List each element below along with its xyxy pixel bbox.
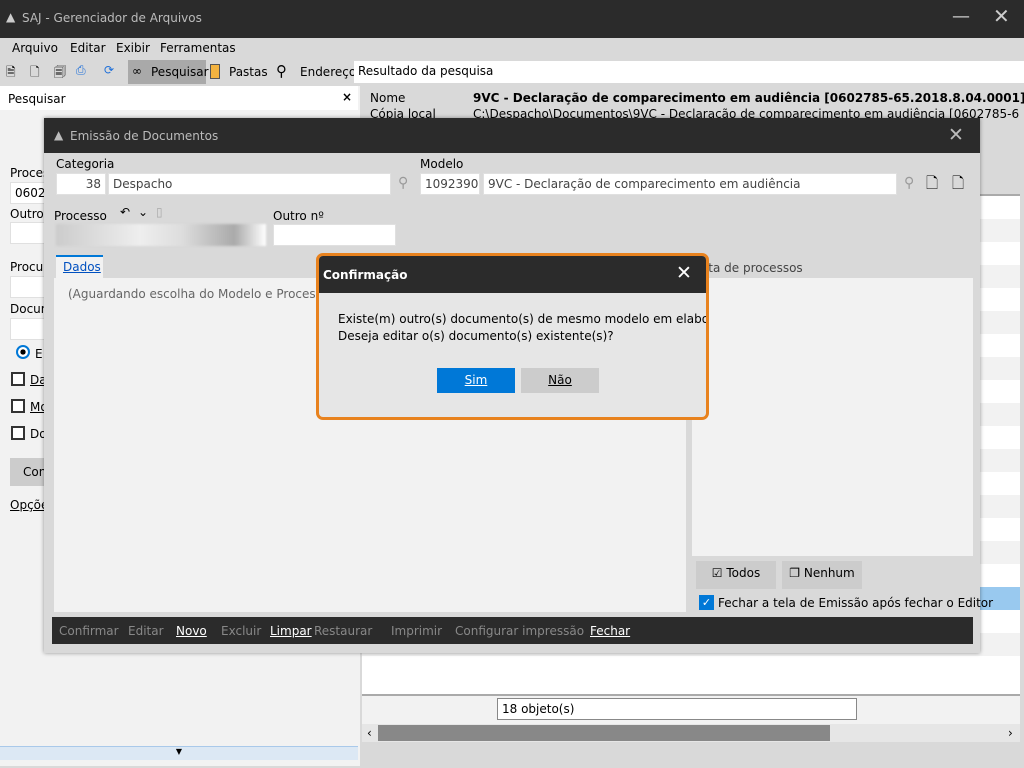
action-novo-button[interactable]: Novo — [176, 624, 207, 638]
refresh-icon[interactable]: ⟳ — [104, 63, 114, 77]
modelo-code-input[interactable]: 1092390 — [420, 173, 480, 195]
minimize-button[interactable]: — — [952, 6, 970, 27]
pesquisar-label: Pesquisar — [151, 65, 209, 79]
menu-bar: Arquivo Editar Exibir Ferramentas — [0, 38, 1024, 58]
todos-label: Todos — [726, 566, 761, 580]
nenhum-button[interactable]: ❐ Nenhum — [782, 561, 862, 589]
nao-label: Não — [548, 373, 572, 387]
checkbox-3[interactable] — [11, 426, 25, 440]
nenhum-label: Nenhum — [803, 566, 855, 580]
tab-dados-label: Dados — [63, 260, 101, 274]
radio-label: E — [35, 347, 43, 361]
fechar-checkbox[interactable]: ✓ — [699, 595, 714, 610]
doc-icon[interactable]: 🗐 — [54, 63, 66, 84]
pastas-button[interactable]: Pastas — [229, 65, 268, 79]
confirm-title: Confirmação — [323, 268, 408, 282]
app-logo-icon: ▲ — [6, 10, 16, 24]
action-limpar-button[interactable]: Limpar — [270, 624, 312, 638]
check-all-icon: ☑ — [711, 566, 723, 580]
categoria-code-input[interactable]: 38 — [56, 173, 106, 195]
app-titlebar: ▲ SAJ - Gerenciador de Arquivos — ✕ — [0, 0, 1024, 38]
horizontal-scrollbar[interactable]: ‹ › — [362, 724, 1020, 742]
emissao-titlebar: ▲ Emissão de Documentos ✕ — [44, 118, 980, 153]
pesquisar-button[interactable]: ∞ Pesquisar — [128, 60, 209, 84]
checkbox-1[interactable] — [11, 372, 25, 386]
app-title: SAJ - Gerenciador de Arquivos — [22, 11, 202, 25]
sim-label: Sim — [464, 373, 488, 387]
confirm-dialog: Confirmação ✕ Existe(m) outro(s) documen… — [316, 253, 709, 420]
folder-icon — [210, 64, 220, 79]
table-row[interactable] — [362, 656, 1020, 679]
nao-button[interactable]: Não — [521, 368, 599, 393]
emissao-logo-icon: ▲ — [54, 128, 64, 142]
action-editar-button[interactable]: Editar — [128, 624, 164, 638]
action-restaurar-button[interactable]: Restaurar — [314, 624, 372, 638]
close-button[interactable]: ✕ — [993, 4, 1010, 28]
categoria-search-icon[interactable]: ⚲ — [398, 175, 408, 191]
outro-label: Outro nº — [273, 209, 324, 223]
new-doc2-icon[interactable]: 🗋 — [30, 63, 40, 84]
outro-input[interactable] — [273, 224, 396, 246]
action-fechar-button[interactable]: Fechar — [590, 624, 630, 638]
modelo-label: Modelo — [420, 157, 464, 171]
menu-exibir[interactable]: Exibir — [116, 41, 150, 55]
menu-ferramentas[interactable]: Ferramentas — [160, 41, 236, 55]
action-excluir-button[interactable]: Excluir — [221, 624, 261, 638]
scroll-right-icon[interactable]: › — [1008, 726, 1013, 740]
modelo-search-icon[interactable]: ⚲ — [904, 175, 914, 191]
confirm-message-2: Deseja editar o(s) documento(s) existent… — [338, 329, 614, 343]
todos-button[interactable]: ☑ Todos — [696, 561, 776, 589]
panel-close-icon[interactable]: × — [342, 90, 352, 104]
radio-button[interactable] — [16, 345, 30, 359]
toolbar: 🗎 🗋 🗐 ⎙ ⟳ ∞ Pesquisar Pastas ⚲ Endereço … — [0, 60, 1024, 84]
scrollbar-thumb[interactable] — [378, 725, 830, 741]
opcoes-link[interactable]: Opçõe — [10, 498, 48, 512]
confirm-close-button[interactable]: ✕ — [676, 262, 692, 284]
action-imprimir-button[interactable]: Imprimir — [391, 624, 442, 638]
address-icon: ⚲ — [276, 62, 287, 80]
search-panel-title: Pesquisar — [8, 92, 66, 106]
action-confirmar-button[interactable]: Confirmar — [59, 624, 119, 638]
scroll-left-icon[interactable]: ‹ — [367, 726, 372, 740]
action-configurar-impress-o-button[interactable]: Configurar impressão — [455, 624, 584, 638]
confirm-message-1: Existe(m) outro(s) documento(s) de mesmo… — [338, 312, 709, 326]
categoria-label: Categoria — [56, 157, 115, 171]
menu-arquivo[interactable]: Arquivo — [12, 41, 58, 55]
new-doc-icon[interactable]: 🗎 — [6, 63, 16, 84]
categoria-desc-input[interactable]: Despacho — [108, 173, 391, 195]
binoculars-icon: ∞ — [132, 64, 142, 78]
checkbox-2[interactable] — [11, 399, 25, 413]
fechar-checkbox-label: Fechar a tela de Emissão após fechar o E… — [718, 596, 994, 610]
doc-search-icon[interactable]: 🗋 — [926, 173, 938, 198]
confirm-titlebar: Confirmação ✕ — [319, 256, 706, 293]
action-bar: Confirmar Editar Novo Excluir Limpar Restaura… — [52, 617, 973, 644]
lista-processos[interactable] — [692, 278, 973, 556]
processo-label: Processo — [54, 209, 107, 223]
undo-icon[interactable]: ↶ — [120, 205, 130, 219]
emissao-title: Emissão de Documentos — [70, 129, 219, 143]
emissao-close-button[interactable]: ✕ — [948, 124, 964, 146]
menu-editar[interactable]: Editar — [70, 41, 106, 55]
nome-value: 9VC - Declaração de comparecimento em au… — [473, 91, 1024, 105]
print-icon[interactable]: ⎙ — [76, 63, 86, 78]
sim-button[interactable]: Sim — [437, 368, 515, 393]
placeholder-text: (Aguardando escolha do Modelo e Processo… — [68, 287, 334, 301]
info-icon[interactable]: ▯ — [156, 205, 163, 219]
uncheck-all-icon: ❐ — [789, 566, 801, 580]
doc-search2-icon[interactable]: 🗋 — [952, 173, 964, 198]
status-count: 18 objeto(s) — [497, 698, 857, 720]
endereco-label: Endereço — [300, 65, 357, 79]
consultar-label: Con — [23, 465, 47, 479]
tab-dados[interactable]: Dados — [56, 255, 103, 278]
processo-input[interactable] — [56, 224, 266, 246]
endereco-input[interactable]: Resultado da pesquisa — [354, 61, 1024, 83]
nome-label: Nome — [370, 91, 406, 105]
chevron-down-icon[interactable]: ⌄ — [138, 205, 148, 219]
scroll-down-button[interactable]: ▼ — [0, 746, 358, 760]
modelo-desc-input[interactable]: 9VC - Declaração de comparecimento em au… — [483, 173, 897, 195]
